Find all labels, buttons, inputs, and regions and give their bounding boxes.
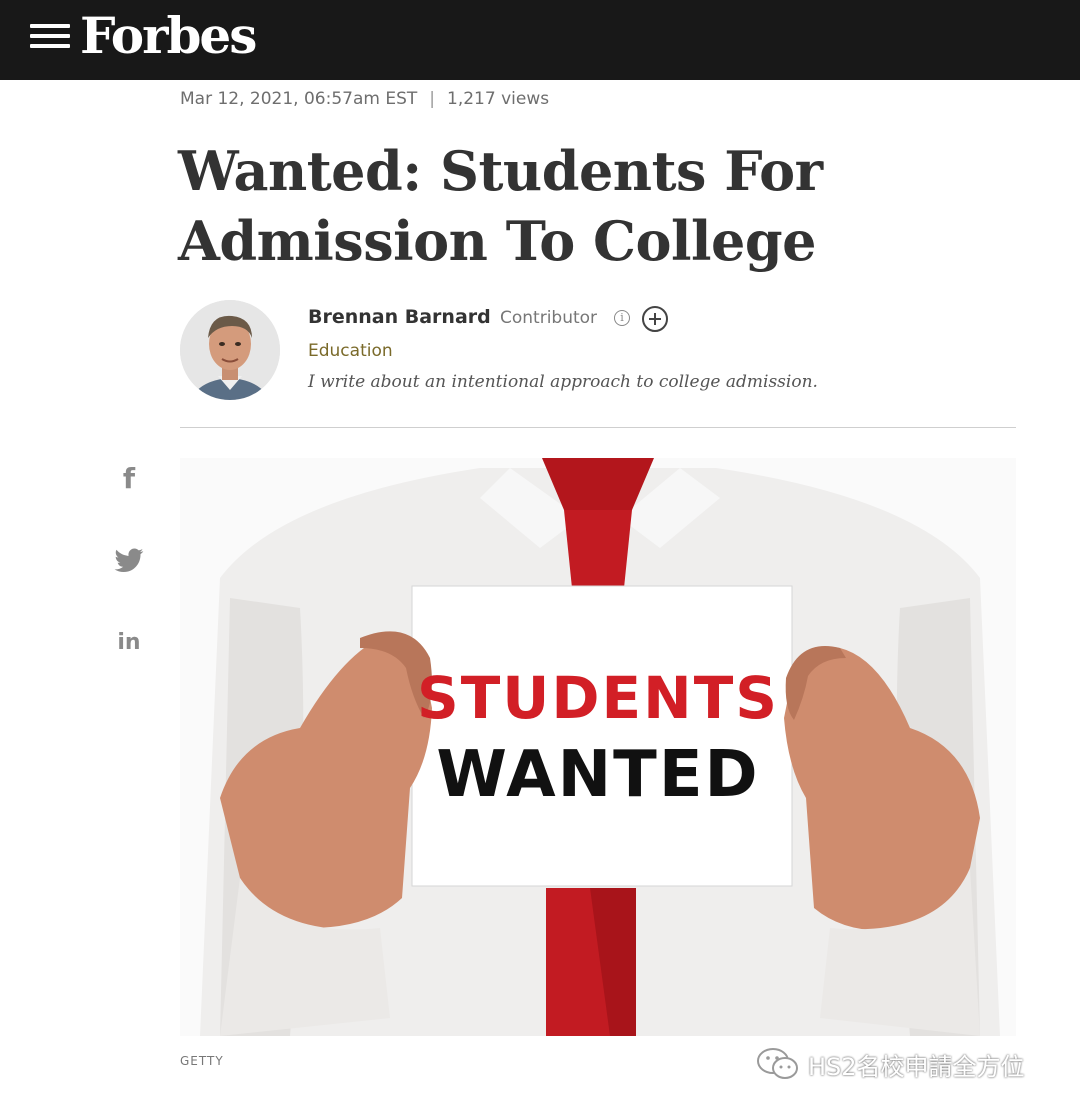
plus-circle-icon[interactable] xyxy=(642,306,668,332)
top-bar: Forbes xyxy=(0,0,1080,80)
facebook-share-icon[interactable]: f xyxy=(112,462,146,496)
sign-text-wanted: WANTED xyxy=(436,738,760,812)
author-name[interactable]: Brennan Barnard xyxy=(308,306,491,328)
article-meta: Mar 12, 2021, 06:57am EST | 1,217 views xyxy=(180,89,549,109)
hero-image: STUDENTS WANTED xyxy=(180,458,1016,1036)
author-bio: I write about an intentional approach to… xyxy=(308,372,818,392)
meta-separator: | xyxy=(429,89,436,109)
author-avatar[interactable] xyxy=(180,300,280,400)
watermark: HS2名校申請全方位 xyxy=(756,1044,1025,1084)
watermark-text: HS2名校申請全方位 xyxy=(808,1052,1025,1081)
image-caption: GETTY xyxy=(180,1054,224,1068)
divider xyxy=(180,427,1016,428)
author-role: Contributor xyxy=(500,308,598,328)
article-title: Wanted: Students For Admission To Colleg… xyxy=(178,139,823,273)
view-count: 1,217 views xyxy=(447,89,550,109)
publish-date: Mar 12, 2021, 06:57am EST xyxy=(180,89,418,109)
forbes-logo[interactable]: Forbes xyxy=(80,4,257,68)
twitter-share-icon[interactable] xyxy=(112,543,146,577)
wechat-icon xyxy=(757,1048,798,1079)
sign-text-students: STUDENTS xyxy=(416,664,780,732)
channel-link[interactable]: Education xyxy=(308,341,393,361)
info-icon[interactable]: i xyxy=(614,310,630,326)
hamburger-menu-icon[interactable] xyxy=(30,22,70,50)
linkedin-share-icon[interactable]: in xyxy=(112,626,146,660)
